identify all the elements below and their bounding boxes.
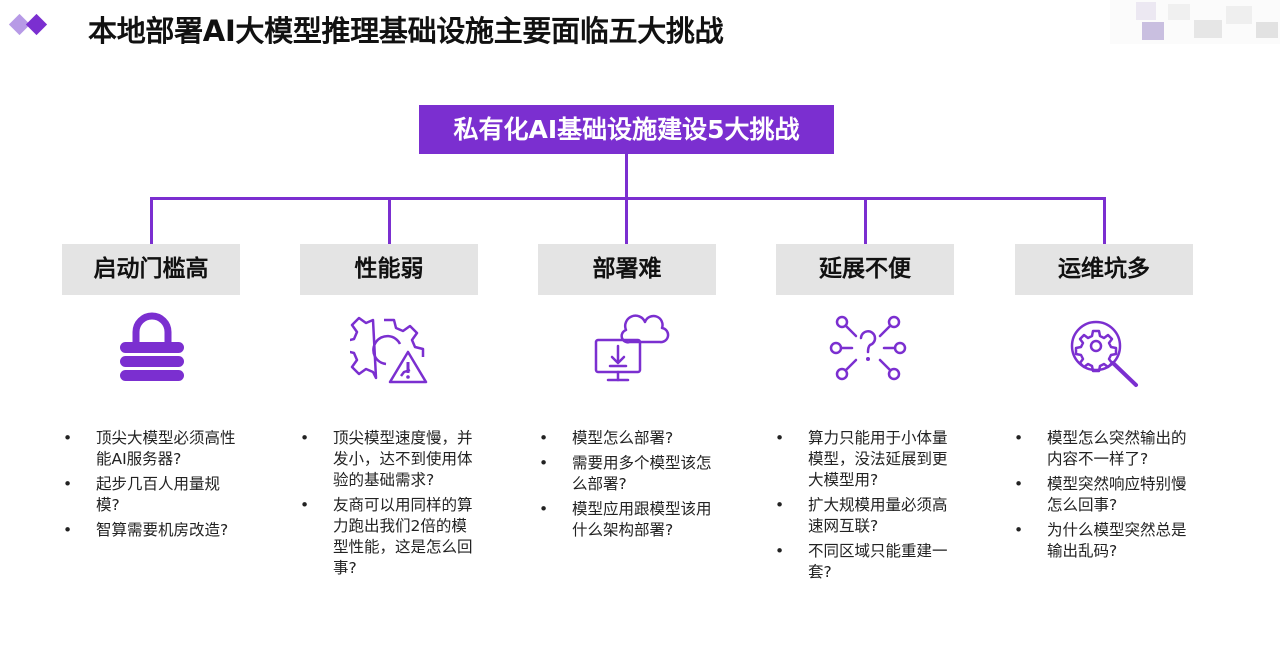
connector-branch-2 — [388, 197, 391, 244]
bullet-list: 模型怎么突然输出的内容不一样了? 模型突然响应特别慢怎么回事? 为什么模型突然总… — [1014, 428, 1187, 566]
connector-horizontal — [150, 197, 1106, 200]
list-item: 需要用多个模型该怎么部署? — [539, 453, 712, 495]
blurred-watermark — [1110, 0, 1280, 44]
list-item: 顶尖模型速度慢，并发小，达不到使用体验的基础需求? — [300, 428, 473, 491]
connector-branch-3 — [625, 197, 628, 244]
category-title: 运维坑多 — [1015, 244, 1193, 295]
lock-icon — [120, 312, 184, 381]
page-title: 本地部署AI大模型推理基础设施主要面临五大挑战 — [88, 14, 724, 48]
list-item: 智算需要机房改造? — [63, 520, 236, 541]
brand-logo-icon — [8, 13, 48, 36]
category-title: 延展不便 — [776, 244, 954, 295]
list-item: 模型怎么部署? — [539, 428, 712, 449]
gear-magnifier-icon — [1070, 320, 1138, 387]
list-item: 为什么模型突然总是输出乱码? — [1014, 520, 1187, 562]
list-item: 起步几百人用量规模? — [63, 474, 236, 516]
list-item: 模型应用跟模型该用什么架构部署? — [539, 499, 712, 541]
list-item: 友商可以用同样的算力跑出我们2倍的模型性能，这是怎么回事? — [300, 495, 473, 579]
connector-branch-4 — [864, 197, 867, 244]
connector-branch-1 — [150, 197, 153, 244]
category-title: 部署难 — [538, 244, 716, 295]
category-title: 启动门槛高 — [62, 244, 240, 295]
list-item: 顶尖大模型必须高性能AI服务器? — [63, 428, 236, 470]
cloud-download-monitor-icon — [594, 314, 670, 382]
bullet-list: 模型怎么部署? 需要用多个模型该怎么部署? 模型应用跟模型该用什么架构部署? — [539, 428, 712, 545]
category-title: 性能弱 — [300, 244, 478, 295]
list-item: 模型突然响应特别慢怎么回事? — [1014, 474, 1187, 516]
list-item: 模型怎么突然输出的内容不一样了? — [1014, 428, 1187, 470]
network-question-icon — [829, 315, 907, 381]
list-item: 扩大规模用量必须高速网互联? — [775, 495, 948, 537]
bullet-list: 顶尖大模型必须高性能AI服务器? 起步几百人用量规模? 智算需要机房改造? — [63, 428, 236, 545]
connector-branch-5 — [1103, 197, 1106, 244]
connector-root-stem — [625, 154, 628, 199]
gear-warning-icon — [350, 316, 428, 384]
bullet-list: 顶尖模型速度慢，并发小，达不到使用体验的基础需求? 友商可以用同样的算力跑出我们… — [300, 428, 473, 583]
bullet-list: 算力只能用于小体量模型，没法延展到更大模型用? 扩大规模用量必须高速网互联? 不… — [775, 428, 948, 587]
list-item: 不同区域只能重建一套? — [775, 541, 948, 583]
list-item: 算力只能用于小体量模型，没法延展到更大模型用? — [775, 428, 948, 491]
root-node: 私有化AI基础设施建设5大挑战 — [419, 105, 834, 154]
